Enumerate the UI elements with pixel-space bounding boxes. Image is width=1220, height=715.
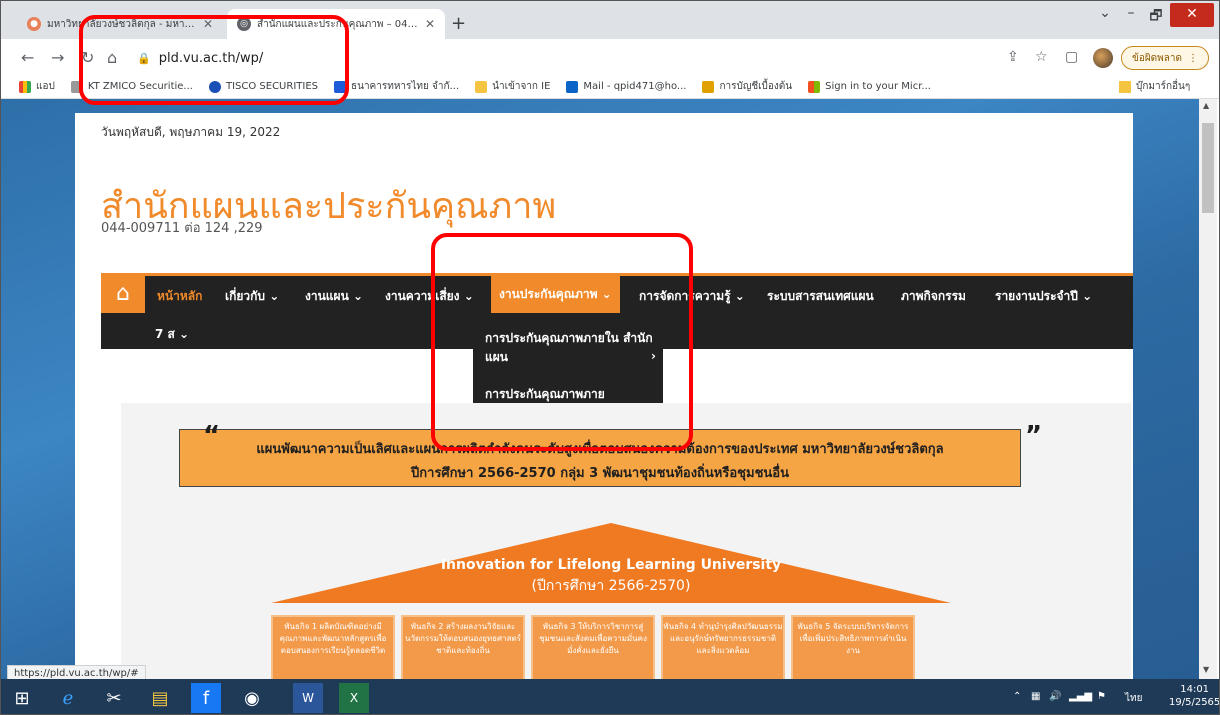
other-bookmarks[interactable]: บุ๊กมาร์กอื่นๆ bbox=[1119, 79, 1190, 94]
mission-pillar-2: พันธกิจ 2 สร้างผลงานวิจัยและนวัตกรรมให้ต… bbox=[401, 615, 525, 679]
nav-annual-report[interactable]: รายงานประจำปี ⌄ bbox=[995, 287, 1092, 306]
signal-icon[interactable]: ▂▄▆ bbox=[1069, 691, 1092, 702]
bookmark-label: ธนาคารทหารไทย จำกั... bbox=[351, 81, 460, 92]
current-date: วันพฤหัสบดี, พฤษภาคม 19, 2022 bbox=[101, 125, 281, 139]
screenshot-frame: ● มหาวิทยาลัยวงษ์ชวลิตกุล - มหาวิทยาลัย … bbox=[0, 0, 1220, 715]
bookmark-label: Sign in to your Micr... bbox=[825, 81, 931, 92]
avatar[interactable] bbox=[1093, 48, 1113, 68]
error-button[interactable]: ข้อผิดพลาด ⋮ bbox=[1121, 46, 1209, 70]
notification-icon[interactable]: ⚑ bbox=[1097, 691, 1106, 702]
nav-activities[interactable]: ภาพกิจกรรม bbox=[901, 287, 966, 306]
snipping-tool-icon[interactable]: ✂ bbox=[99, 683, 129, 713]
mission-pillar-3: พันธกิจ 3 ให้บริการวิชาการสู่ชุมชนและสัง… bbox=[531, 615, 655, 679]
file-explorer-icon[interactable]: ▤ bbox=[145, 683, 175, 713]
banner-line-2: ปีการศึกษา 2566-2570 กลุ่ม 3 พัฒนาชุมชนท… bbox=[411, 466, 789, 481]
roof-subtitle: (ปีการศึกษา 2566-2570) bbox=[531, 578, 691, 594]
windows-start-icon[interactable]: ⊞ bbox=[7, 683, 37, 713]
highlight-box-menu bbox=[431, 233, 693, 451]
scroll-up-icon[interactable]: ▲ bbox=[1203, 101, 1209, 110]
mission-pillar-1: พันธกิจ 1 ผลิตบัณฑิตอย่างมีคุณภาพและพัฒน… bbox=[271, 615, 395, 679]
clock-date: 19/5/2565 bbox=[1169, 697, 1220, 708]
forward-icon[interactable]: → bbox=[51, 48, 64, 67]
accounting-icon bbox=[702, 80, 715, 93]
system-clock[interactable]: 14:01 19/5/2565 bbox=[1169, 683, 1220, 709]
new-tab-button[interactable]: + bbox=[451, 13, 466, 34]
page-scrollbar[interactable]: ▲ ▼ bbox=[1199, 99, 1217, 679]
mission-pillar-4: พันธกิจ 4 ทำนุบำรุงศิลปวัฒนธรรมและอนุรัก… bbox=[661, 615, 785, 679]
folder-icon bbox=[1119, 80, 1131, 93]
internet-explorer-icon[interactable]: ℯ bbox=[53, 683, 83, 713]
tray-chevron-icon[interactable]: ⌃ bbox=[1013, 691, 1021, 702]
highlight-box-url bbox=[79, 15, 349, 105]
word-icon[interactable]: W bbox=[293, 683, 323, 713]
menu-dots-icon: ⋮ bbox=[1188, 52, 1199, 64]
bookmark-label: นำเข้าจาก IE bbox=[492, 81, 551, 92]
bookmark-label: Mail - qpid471@ho... bbox=[583, 81, 687, 92]
nav-plan[interactable]: งานแผน ⌄ bbox=[305, 287, 363, 306]
bookmark-star-icon[interactable]: ☆ bbox=[1035, 49, 1048, 65]
back-icon[interactable]: ← bbox=[21, 48, 34, 67]
facebook-icon[interactable]: f bbox=[191, 683, 221, 713]
open-quote: “ bbox=[203, 421, 221, 451]
share-icon[interactable]: ⇪ bbox=[1007, 49, 1019, 65]
chrome-icon[interactable]: ◉ bbox=[237, 683, 267, 713]
bookmark-item[interactable]: การบัญชีเบื้องต้น bbox=[702, 79, 792, 94]
close-quote: ” bbox=[1025, 421, 1043, 451]
site-favicon-icon: ● bbox=[27, 17, 41, 31]
bookmark-item[interactable]: Mail - qpid471@ho... bbox=[566, 80, 687, 93]
network-icon[interactable]: ▦ bbox=[1031, 691, 1040, 702]
excel-icon[interactable]: X bbox=[339, 683, 369, 713]
volume-icon[interactable]: 🔊 bbox=[1049, 691, 1061, 702]
bookmark-label: บุ๊กมาร์กอื่นๆ bbox=[1136, 81, 1191, 92]
roof-title: Innovation for Lifelong Learning Univers… bbox=[440, 557, 782, 573]
bookmark-item[interactable]: Sign in to your Micr... bbox=[808, 80, 931, 93]
bookmark-item[interactable]: ธนาคารทหารไทย จำกั... bbox=[334, 79, 459, 94]
bookmark-label: การบัญชีเบื้องต้น bbox=[719, 81, 793, 92]
bookmark-item[interactable]: นำเข้าจาก IE bbox=[475, 79, 550, 94]
folder-icon bbox=[475, 80, 488, 93]
clock-time: 14:01 bbox=[1180, 684, 1210, 695]
nav-home[interactable]: หน้าหลัก bbox=[157, 287, 202, 306]
scrollbar-thumb[interactable] bbox=[1202, 123, 1214, 213]
close-tab-icon[interactable]: ✕ bbox=[425, 17, 435, 31]
scroll-down-icon[interactable]: ▼ bbox=[1203, 665, 1209, 674]
nav-about[interactable]: เกี่ยวกับ ⌄ bbox=[225, 287, 279, 306]
bookmark-apps[interactable]: แอป bbox=[19, 79, 55, 94]
windows-taskbar: ⊞ ℯ ✂ ▤ f ◉ W X ⌃ ▦ 🔊 ▂▄▆ ⚑ ไทย 14:01 19… bbox=[1, 679, 1220, 714]
mission-pillar-5: พันธกิจ 5 จัดระบบบริหารจัดการเพื่อเพิ่มป… bbox=[791, 615, 915, 679]
nav-information-system[interactable]: ระบบสารสนเทศแผน bbox=[767, 287, 874, 306]
bookmark-label: แอป bbox=[36, 81, 55, 92]
language-indicator[interactable]: ไทย bbox=[1125, 691, 1142, 706]
home-icon[interactable]: ⌂ bbox=[101, 276, 145, 313]
outlook-icon bbox=[566, 80, 579, 93]
nav-7s[interactable]: 7 ส ⌄ bbox=[155, 325, 189, 344]
site-phone: 044-009711 ต่อ 124 ,229 bbox=[101, 221, 263, 236]
error-label: ข้อผิดพลาด bbox=[1131, 52, 1183, 64]
microsoft-icon bbox=[808, 80, 821, 93]
side-panel-icon[interactable]: ▢ bbox=[1065, 49, 1078, 65]
maximize-button[interactable]: 🗗 bbox=[1141, 5, 1171, 29]
close-window-button[interactable]: ✕ bbox=[1170, 3, 1214, 27]
apps-grid-icon bbox=[19, 80, 31, 93]
